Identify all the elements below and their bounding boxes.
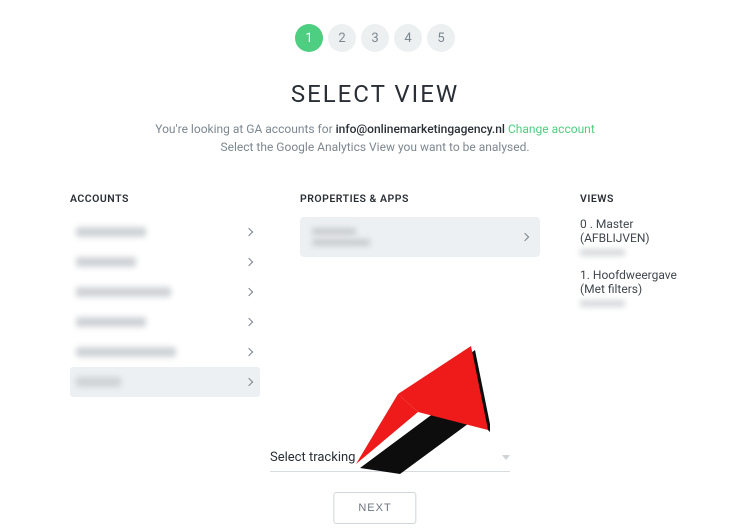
accounts-column: ACCOUNTS [70, 192, 260, 397]
views-head: VIEWS [580, 192, 690, 205]
tracking-label: Select tracking [270, 450, 355, 465]
step-2[interactable]: 2 [328, 24, 356, 52]
stepper: 1 2 3 4 5 [0, 0, 750, 52]
properties-head: PROPERTIES & APPS [300, 192, 540, 205]
columns: ACCOUNTS PROPERTIES & APPS [0, 192, 750, 397]
step-1[interactable]: 1 [295, 24, 323, 52]
chevron-right-icon [245, 258, 253, 266]
step-5[interactable]: 5 [427, 24, 455, 52]
next-button[interactable]: NEXT [333, 492, 416, 524]
step-4[interactable]: 4 [394, 24, 422, 52]
account-row[interactable] [70, 337, 260, 367]
account-row[interactable] [70, 307, 260, 337]
chevron-right-icon [245, 378, 253, 386]
account-label [76, 287, 171, 297]
properties-column: PROPERTIES & APPS [300, 192, 540, 397]
tracking-wrap: Select tracking [270, 444, 510, 472]
account-row[interactable] [70, 217, 260, 247]
chevron-down-icon [502, 455, 510, 460]
account-label [76, 257, 136, 267]
select-tracking-dropdown[interactable]: Select tracking [270, 444, 510, 472]
view-sub [580, 249, 625, 256]
intro-prefix: You're looking at GA accounts for [155, 122, 335, 136]
account-row[interactable] [70, 367, 260, 397]
account-label [76, 347, 176, 357]
views-column: VIEWS 0 . Master (AFBLIJVEN) 1. Hoofdwee… [580, 192, 690, 397]
view-row[interactable]: 0 . Master (AFBLIJVEN) [580, 217, 690, 245]
view-sub [580, 300, 625, 307]
change-account-link[interactable]: Change account [508, 122, 595, 136]
intro-sub: Select the Google Analytics View you wan… [220, 140, 529, 154]
account-row[interactable] [70, 277, 260, 307]
chevron-right-icon [245, 288, 253, 296]
chevron-right-icon [521, 233, 529, 241]
page-title: SELECT VIEW [0, 80, 750, 108]
account-row[interactable] [70, 247, 260, 277]
account-label [76, 317, 146, 327]
account-label [76, 377, 121, 387]
account-label [76, 227, 146, 237]
property-row[interactable] [300, 217, 540, 257]
intro-email: info@onlinemarketingagency.nl [336, 122, 505, 136]
chevron-right-icon [245, 228, 253, 236]
property-label [312, 228, 370, 246]
accounts-head: ACCOUNTS [70, 192, 260, 205]
view-row[interactable]: 1. Hoofdweergave (Met filters) [580, 268, 690, 296]
intro-text: You're looking at GA accounts for info@o… [0, 120, 750, 156]
chevron-right-icon [245, 318, 253, 326]
step-3[interactable]: 3 [361, 24, 389, 52]
chevron-right-icon [245, 348, 253, 356]
